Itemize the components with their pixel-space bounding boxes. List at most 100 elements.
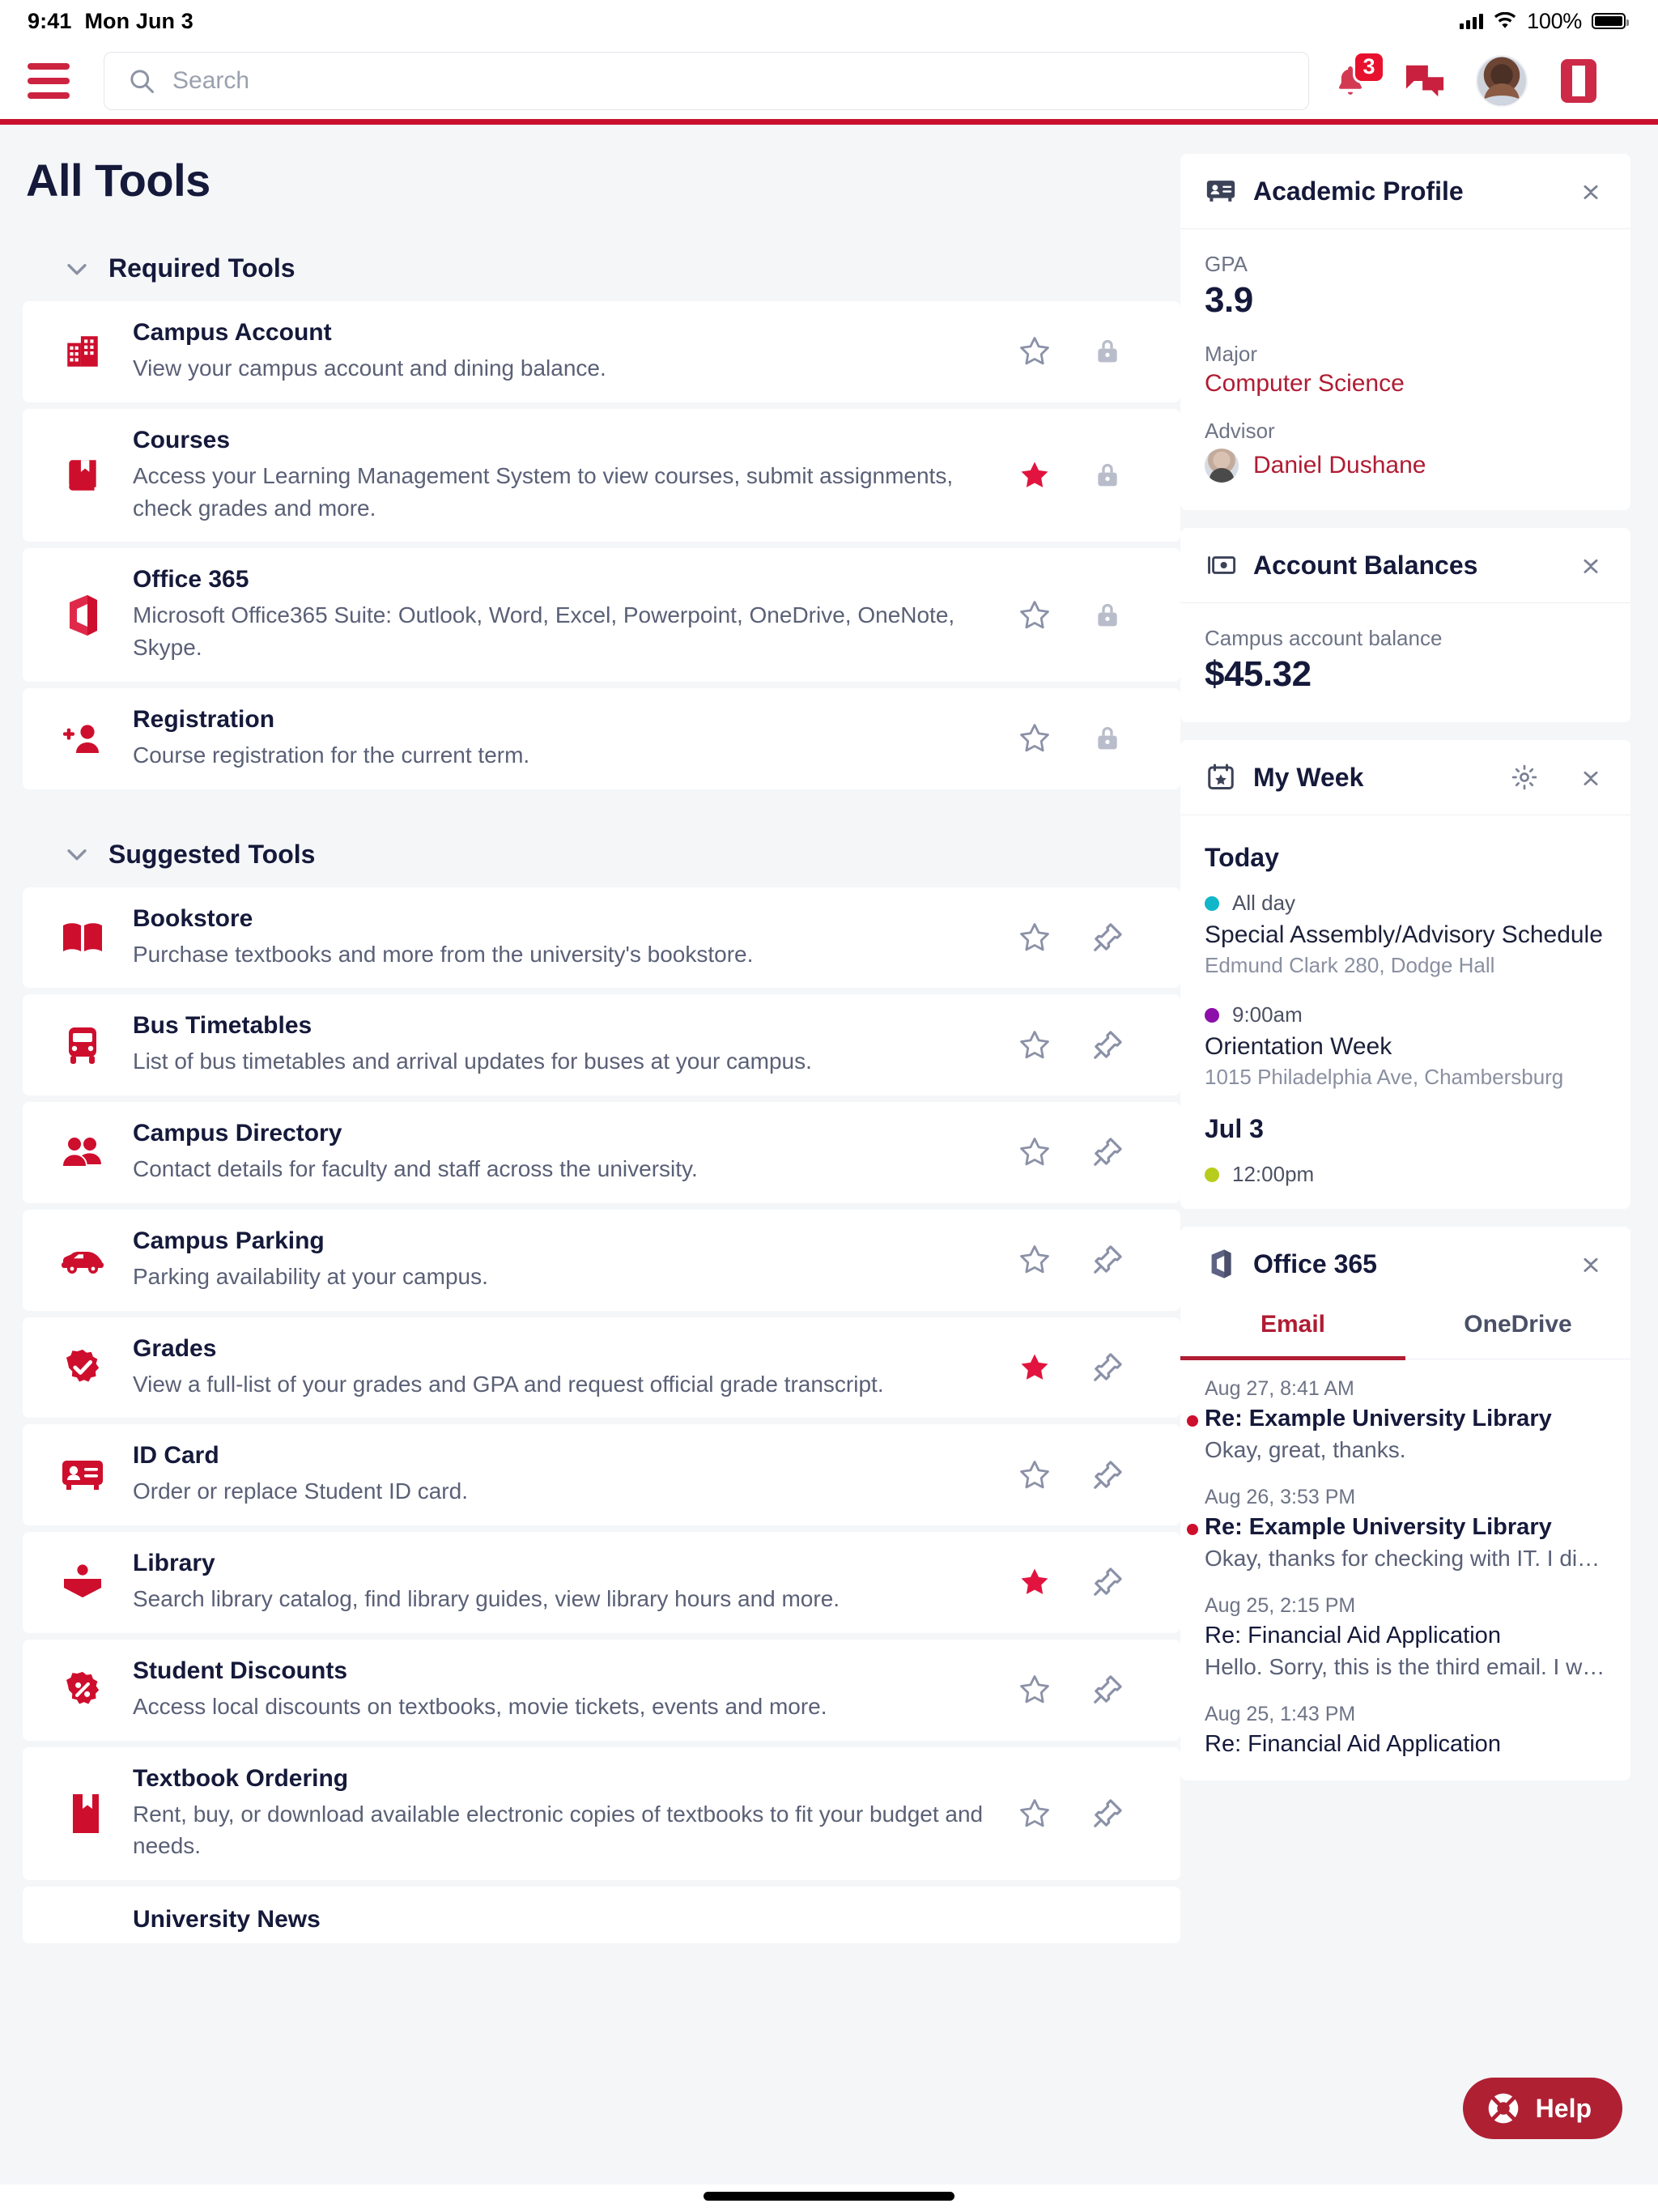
hamburger-menu-icon[interactable]: [28, 62, 73, 99]
event-color-dot: [1205, 1167, 1219, 1182]
favorite-star-icon[interactable]: [1017, 721, 1052, 756]
status-bar-right: 100%: [1460, 8, 1629, 34]
group-header-required[interactable]: Required Tools: [23, 253, 1180, 283]
major-label: Major: [1205, 342, 1258, 366]
favorite-star-icon[interactable]: [1017, 1672, 1052, 1708]
status-time: 9:41: [28, 8, 72, 33]
event-item[interactable]: 12:00pm: [1205, 1162, 1606, 1187]
collapse-icon[interactable]: [1575, 762, 1606, 793]
major-value[interactable]: Computer Science: [1205, 370, 1606, 398]
tool-card-campus-directory[interactable]: Campus Directory Contact details for fac…: [23, 1102, 1180, 1203]
widget-office-365: Office 365 Email OneDrive Aug 27, 8:41 A…: [1180, 1227, 1630, 1780]
widget-header: Academic Profile: [1180, 154, 1630, 229]
favorite-star-icon[interactable]: [1017, 1564, 1052, 1600]
day-label: Jul 3: [1205, 1114, 1264, 1143]
pin-icon[interactable]: [1090, 920, 1125, 955]
search-icon: [130, 69, 154, 93]
tool-card-id-card[interactable]: ID Card Order or replace Student ID card…: [23, 1424, 1180, 1525]
advisor-row[interactable]: Daniel Dushane: [1205, 449, 1606, 483]
pin-icon[interactable]: [1090, 1564, 1125, 1600]
event-time: 9:00am: [1232, 1002, 1303, 1027]
pin-icon[interactable]: [1090, 1242, 1125, 1278]
notification-badge: 3: [1353, 50, 1385, 83]
tool-card-courses[interactable]: Courses Access your Learning Management …: [23, 408, 1180, 542]
lock-icon: [1090, 457, 1125, 493]
app-root: 9:41 Mon Jun 3 100% Search 3 All Tools R…: [0, 0, 1658, 2212]
tools-column: All Tools Required Tools Campus Account …: [0, 154, 1180, 2206]
tool-card-bookstore[interactable]: Bookstore Purchase textbooks and more fr…: [23, 887, 1180, 989]
battery-percent: 100%: [1527, 8, 1582, 33]
email-item[interactable]: Aug 27, 8:41 AM Re: Example University L…: [1187, 1377, 1606, 1463]
favorite-star-icon[interactable]: [1017, 1796, 1052, 1831]
notifications-button[interactable]: 3: [1327, 50, 1385, 104]
car-icon: [53, 1245, 112, 1274]
pin-icon[interactable]: [1090, 1134, 1125, 1170]
messages-button[interactable]: [1401, 57, 1448, 104]
tool-card-library[interactable]: Library Search library catalog, find lib…: [23, 1532, 1180, 1633]
tool-actions: [1017, 1350, 1158, 1385]
help-button[interactable]: Help: [1462, 2078, 1622, 2139]
tool-name: Grades: [133, 1334, 217, 1362]
email-item[interactable]: Aug 26, 3:53 PM Re: Example University L…: [1187, 1486, 1606, 1572]
lock-icon: [1090, 334, 1125, 369]
search-input[interactable]: Search: [104, 51, 1309, 110]
tab-email[interactable]: Email: [1180, 1290, 1405, 1360]
favorite-star-icon[interactable]: [1017, 598, 1052, 633]
wifi-icon: [1494, 12, 1516, 28]
chat-bubbles-icon: [1405, 65, 1444, 96]
textbook-icon: [53, 1793, 112, 1835]
tool-card-campus-account[interactable]: Campus Account View your campus account …: [23, 301, 1180, 402]
email-list: Aug 27, 8:41 AM Re: Example University L…: [1180, 1359, 1630, 1758]
pin-icon[interactable]: [1090, 1027, 1125, 1063]
pin-icon[interactable]: [1090, 1350, 1125, 1385]
tool-card-student-discounts[interactable]: Student Discounts Access local discounts…: [23, 1639, 1180, 1741]
advisor-name[interactable]: Daniel Dushane: [1253, 452, 1426, 479]
tool-card-campus-parking[interactable]: Campus Parking Parking availability at y…: [23, 1209, 1180, 1311]
favorite-star-icon[interactable]: [1017, 1242, 1052, 1278]
favorite-star-icon[interactable]: [1017, 457, 1052, 493]
tab-onedrive[interactable]: OneDrive: [1405, 1290, 1630, 1360]
favorite-star-icon[interactable]: [1017, 334, 1052, 369]
pin-icon[interactable]: [1090, 1672, 1125, 1708]
favorite-star-icon[interactable]: [1017, 1134, 1052, 1170]
lock-icon: [1090, 721, 1125, 756]
office-app-button[interactable]: [1555, 57, 1602, 104]
tool-card-bus-timetables[interactable]: Bus Timetables List of bus timetables an…: [23, 994, 1180, 1095]
favorite-star-icon[interactable]: [1017, 1350, 1052, 1385]
tool-text: Campus Parking Parking availability at y…: [112, 1210, 1017, 1311]
event-item[interactable]: 9:00am Orientation Week 1015 Philadelphi…: [1205, 1002, 1606, 1090]
avatar[interactable]: [1476, 54, 1528, 107]
favorite-star-icon[interactable]: [1017, 1027, 1052, 1063]
gear-icon[interactable]: [1509, 762, 1540, 793]
battery-icon: [1592, 13, 1629, 29]
event-color-dot: [1205, 895, 1219, 911]
tool-card-textbook-ordering[interactable]: Textbook Ordering Rent, buy, or download…: [23, 1746, 1180, 1880]
percent-badge-icon: [53, 1670, 112, 1710]
event-item[interactable]: All day Special Assembly/Advisory Schedu…: [1205, 891, 1606, 978]
email-item[interactable]: Aug 25, 1:43 PM Re: Financial Aid Applic…: [1205, 1703, 1606, 1758]
collapse-icon[interactable]: [1575, 550, 1606, 581]
unread-dot-icon: [1187, 1524, 1198, 1535]
tool-actions: [1017, 920, 1158, 955]
pin-icon[interactable]: [1090, 1796, 1125, 1831]
group-header-suggested[interactable]: Suggested Tools: [23, 840, 1180, 870]
widget-account-balances: Account Balances Campus account balance …: [1180, 528, 1630, 722]
collapse-icon[interactable]: [1575, 176, 1606, 206]
favorite-star-icon[interactable]: [1017, 920, 1052, 955]
tool-text: Campus Directory Contact details for fac…: [112, 1102, 1017, 1203]
tool-description: List of bus timetables and arrival updat…: [133, 1049, 812, 1074]
favorite-star-icon[interactable]: [1017, 1457, 1052, 1493]
pin-icon[interactable]: [1090, 1457, 1125, 1493]
collapse-icon[interactable]: [1575, 1249, 1606, 1279]
people-icon: [53, 1135, 112, 1169]
tool-card-office-365[interactable]: Office 365 Microsoft Office365 Suite: Ou…: [23, 548, 1180, 682]
tool-card-university-news[interactable]: University News: [23, 1887, 1180, 1943]
tool-card-registration[interactable]: Registration Course registration for the…: [23, 687, 1180, 789]
widgets-column: Academic Profile GPA 3.9 Major Computer …: [1180, 154, 1658, 2206]
tool-card-grades[interactable]: Grades View a full-list of your grades a…: [23, 1317, 1180, 1419]
header-actions: 3: [1327, 50, 1607, 107]
event-location: 1015 Philadelphia Ave, Chambersburg: [1205, 1065, 1564, 1089]
tool-text: Bookstore Purchase textbooks and more fr…: [112, 887, 1017, 989]
widget-header: My Week: [1180, 740, 1630, 815]
email-item[interactable]: Aug 25, 2:15 PM Re: Financial Aid Applic…: [1205, 1594, 1606, 1680]
